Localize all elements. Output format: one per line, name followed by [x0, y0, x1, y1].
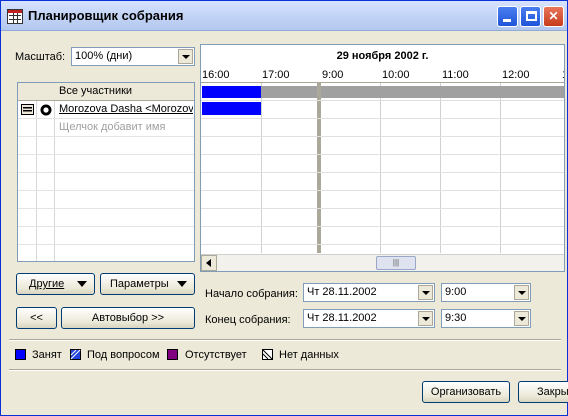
empty-row — [18, 245, 194, 261]
all-attendees-bar — [321, 86, 564, 98]
previous-button[interactable]: << — [16, 307, 57, 329]
time-label: 16:00 — [202, 69, 230, 81]
previous-button-label: << — [30, 312, 43, 324]
add-attendee-row[interactable]: Щелчок добавит имя — [18, 119, 194, 137]
separator — [9, 339, 561, 341]
empty-row — [18, 155, 194, 173]
options-button-label: Параметры — [110, 278, 169, 290]
all-attendees-bar — [261, 86, 317, 98]
organize-button-label: Организовать — [430, 386, 502, 398]
zoom-label: Масштаб: — [15, 51, 66, 63]
mail-icon[interactable] — [21, 104, 34, 115]
schedule-date: 29 ноября 2002 г. — [336, 50, 429, 62]
attendee-name[interactable]: Morozova Dasha <Morozova — [59, 103, 193, 115]
day-separator — [317, 83, 321, 253]
empty-row — [18, 227, 194, 245]
chevron-down-icon[interactable] — [418, 311, 433, 326]
minimize-button[interactable] — [497, 6, 518, 27]
horizontal-scrollbar[interactable]: ||| — [201, 254, 564, 271]
maximize-icon — [526, 11, 537, 21]
empty-row — [18, 137, 194, 155]
end-date-value: Чт 28.11.2002 — [307, 312, 377, 324]
autopick-button[interactable]: Автовыбор >> — [61, 307, 195, 329]
chevron-left-icon — [206, 259, 211, 267]
legend-no-info-label: Нет данных — [279, 349, 339, 361]
time-label: 10:00 — [382, 69, 410, 81]
autopick-button-label: Автовыбор >> — [91, 312, 165, 324]
busy-swatch — [15, 349, 26, 360]
close-icon: ✕ — [548, 9, 559, 23]
close-button-label: Закры — [537, 386, 568, 398]
start-date-value: Чт 28.11.2002 — [307, 286, 377, 298]
end-time-select[interactable]: 9:30 — [441, 309, 531, 328]
empty-row — [18, 173, 194, 191]
no-info-swatch — [262, 349, 273, 360]
time-label: 11:00 — [442, 69, 469, 81]
separator — [9, 369, 561, 371]
organize-button[interactable]: Организовать — [422, 381, 510, 403]
attendee-list: Все участники Morozova Dasha <Morozova Щ… — [17, 82, 195, 262]
legend-busy-label: Занят — [32, 349, 62, 361]
attendee-list-header: Все участники — [18, 83, 194, 101]
dropdown-arrow-icon — [77, 281, 87, 287]
scroll-thumb[interactable]: ||| — [376, 256, 416, 270]
end-date-select[interactable]: Чт 28.11.2002 — [303, 309, 435, 328]
end-label: Конец собрания: — [205, 314, 291, 326]
chevron-down-icon[interactable] — [514, 285, 529, 300]
close-window-button[interactable]: ✕ — [543, 6, 564, 27]
options-button[interactable]: Параметры — [100, 273, 195, 295]
minimize-icon — [503, 19, 511, 22]
empty-row — [18, 209, 194, 227]
others-button-label: Другие — [29, 278, 65, 290]
schedule-grid[interactable]: 29 ноября 2002 г. 16:00 17:00 9:00 10:00… — [200, 44, 565, 272]
empty-row — [18, 191, 194, 209]
end-time-value: 9:30 — [445, 312, 467, 324]
close-button[interactable]: Закры — [518, 381, 568, 403]
legend-tentative-label: Под вопросом — [87, 349, 160, 361]
window-title: Планировщик собрания — [28, 8, 184, 23]
busy-block-all — [202, 86, 261, 98]
start-time-value: 9:00 — [445, 286, 467, 298]
tentative-swatch — [70, 349, 81, 360]
start-label: Начало собрания: — [205, 288, 298, 300]
time-label: 1 — [562, 69, 564, 81]
start-date-select[interactable]: Чт 28.11.2002 — [303, 283, 435, 302]
chevron-down-icon[interactable] — [418, 285, 433, 300]
scroll-left-button[interactable] — [201, 255, 217, 271]
maximize-button[interactable] — [520, 6, 541, 27]
attendee-row[interactable]: Morozova Dasha <Morozova — [18, 101, 194, 119]
start-time-select[interactable]: 9:00 — [441, 283, 531, 302]
chevron-down-icon[interactable] — [178, 49, 193, 64]
time-label: 17:00 — [262, 69, 290, 81]
others-button[interactable]: Другие — [16, 273, 95, 295]
out-of-office-swatch — [167, 349, 178, 360]
legend-oof-label: Отсутствует — [185, 349, 247, 361]
chevron-down-icon[interactable] — [514, 311, 529, 326]
meeting-planner-window: Планировщик собрания ✕ Масштаб: 100% (дн… — [0, 0, 568, 416]
title-bar: Планировщик собрания ✕ — [1, 1, 567, 31]
busy-block-attendee — [202, 102, 261, 115]
all-attendees-label: Все участники — [59, 85, 133, 97]
calendar-icon — [7, 9, 23, 24]
date-header: 29 ноября 2002 г. 16:00 17:00 9:00 10:00… — [201, 45, 564, 83]
dropdown-arrow-icon — [177, 281, 187, 287]
zoom-select[interactable]: 100% (дни) — [71, 47, 195, 66]
zoom-value: 100% (дни) — [75, 50, 133, 62]
time-label: 12:00 — [502, 69, 530, 81]
time-label: 9:00 — [322, 69, 344, 81]
add-name-placeholder[interactable]: Щелчок добавит имя — [59, 121, 193, 133]
required-attendee-icon[interactable] — [40, 104, 52, 116]
